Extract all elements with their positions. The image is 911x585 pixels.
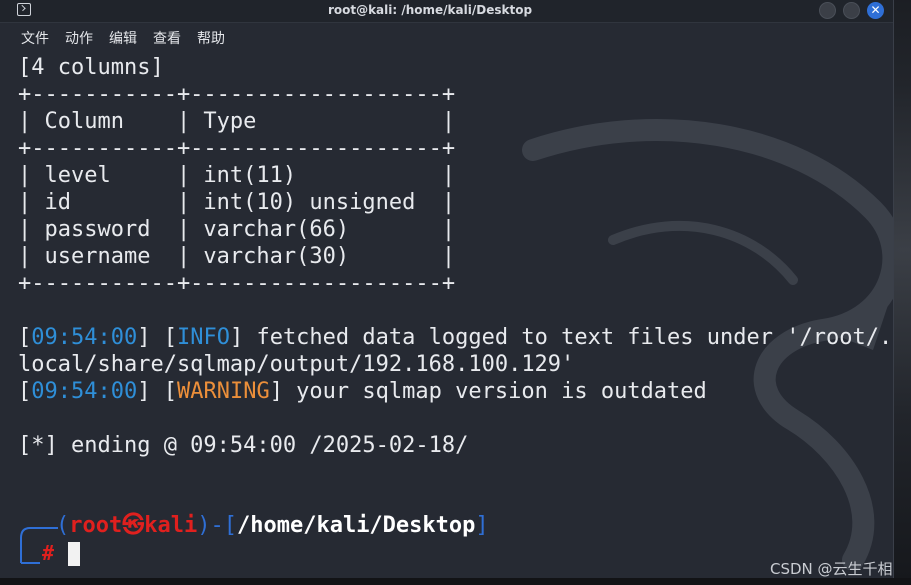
menu-bar: 文件 动作 编辑 查看 帮助	[0, 23, 893, 50]
table-header-row: | Column | Type |	[18, 109, 456, 134]
log-text: fetched data logged to text files under …	[243, 325, 893, 350]
window-title: root@kali: /home/kali/Desktop	[327, 3, 533, 17]
menu-file[interactable]: 文件	[21, 28, 49, 48]
title-bar[interactable]: root@kali: /home/kali/Desktop ✕	[0, 0, 893, 23]
prompt-symbol: #	[42, 541, 55, 565]
terminal-cursor	[68, 542, 80, 566]
table-row: | id | int(10) unsigned |	[18, 190, 456, 215]
table-border-bottom: +-----------+-------------------+	[18, 271, 456, 296]
log-text: your sqlmap version is outdated	[282, 379, 707, 404]
prompt-line: (root㉿kali)-[/home/kali/Desktop]	[56, 513, 489, 538]
log-time: 09:54:00	[31, 379, 138, 404]
log-level-info: INFO	[176, 325, 230, 350]
menu-edit[interactable]: 编辑	[109, 28, 137, 48]
log-level-warning: WARNING	[176, 379, 270, 404]
menu-help[interactable]: 帮助	[197, 28, 225, 48]
maximize-button[interactable]	[843, 2, 860, 19]
menu-action[interactable]: 动作	[65, 28, 93, 48]
log-info-line: [09:54:00] [INFO] fetched data logged to…	[18, 325, 893, 350]
prompt-at-icon: ㉿	[122, 513, 145, 538]
table-border-top: +-----------+-------------------+	[18, 82, 456, 107]
log-time: 09:54:00	[31, 325, 138, 350]
prompt-user: root	[69, 513, 123, 538]
terminal-window: root@kali: /home/kali/Desktop ✕ 文件 动作 编辑…	[0, 0, 894, 578]
table-caption: [4 columns]	[18, 55, 164, 80]
log-warning-line: [09:54:00] [WARNING] your sqlmap version…	[18, 379, 707, 404]
table-row: | username | varchar(30) |	[18, 244, 456, 269]
log-info-continuation: local/share/sqlmap/output/192.168.100.12…	[18, 352, 575, 377]
close-button[interactable]: ✕	[867, 2, 884, 19]
csdn-watermark: CSDN @云生千相	[770, 560, 893, 578]
ending-line: [*] ending @ 09:54:00 /2025-02-18/	[18, 433, 469, 458]
close-icon: ✕	[870, 3, 881, 17]
terminal-output[interactable]: [4 columns] +-----------+---------------…	[0, 50, 893, 578]
desktop-bottom-strip	[0, 578, 911, 585]
menu-view[interactable]: 查看	[153, 28, 181, 48]
table-row: | password | varchar(66) |	[18, 217, 456, 242]
table-row: | level | int(11) |	[18, 163, 456, 188]
minimize-button[interactable]	[819, 2, 836, 19]
table-border-mid: +-----------+-------------------+	[18, 136, 456, 161]
prompt-host: kali	[144, 513, 198, 538]
prompt-path: /home/kali/Desktop	[236, 513, 476, 538]
